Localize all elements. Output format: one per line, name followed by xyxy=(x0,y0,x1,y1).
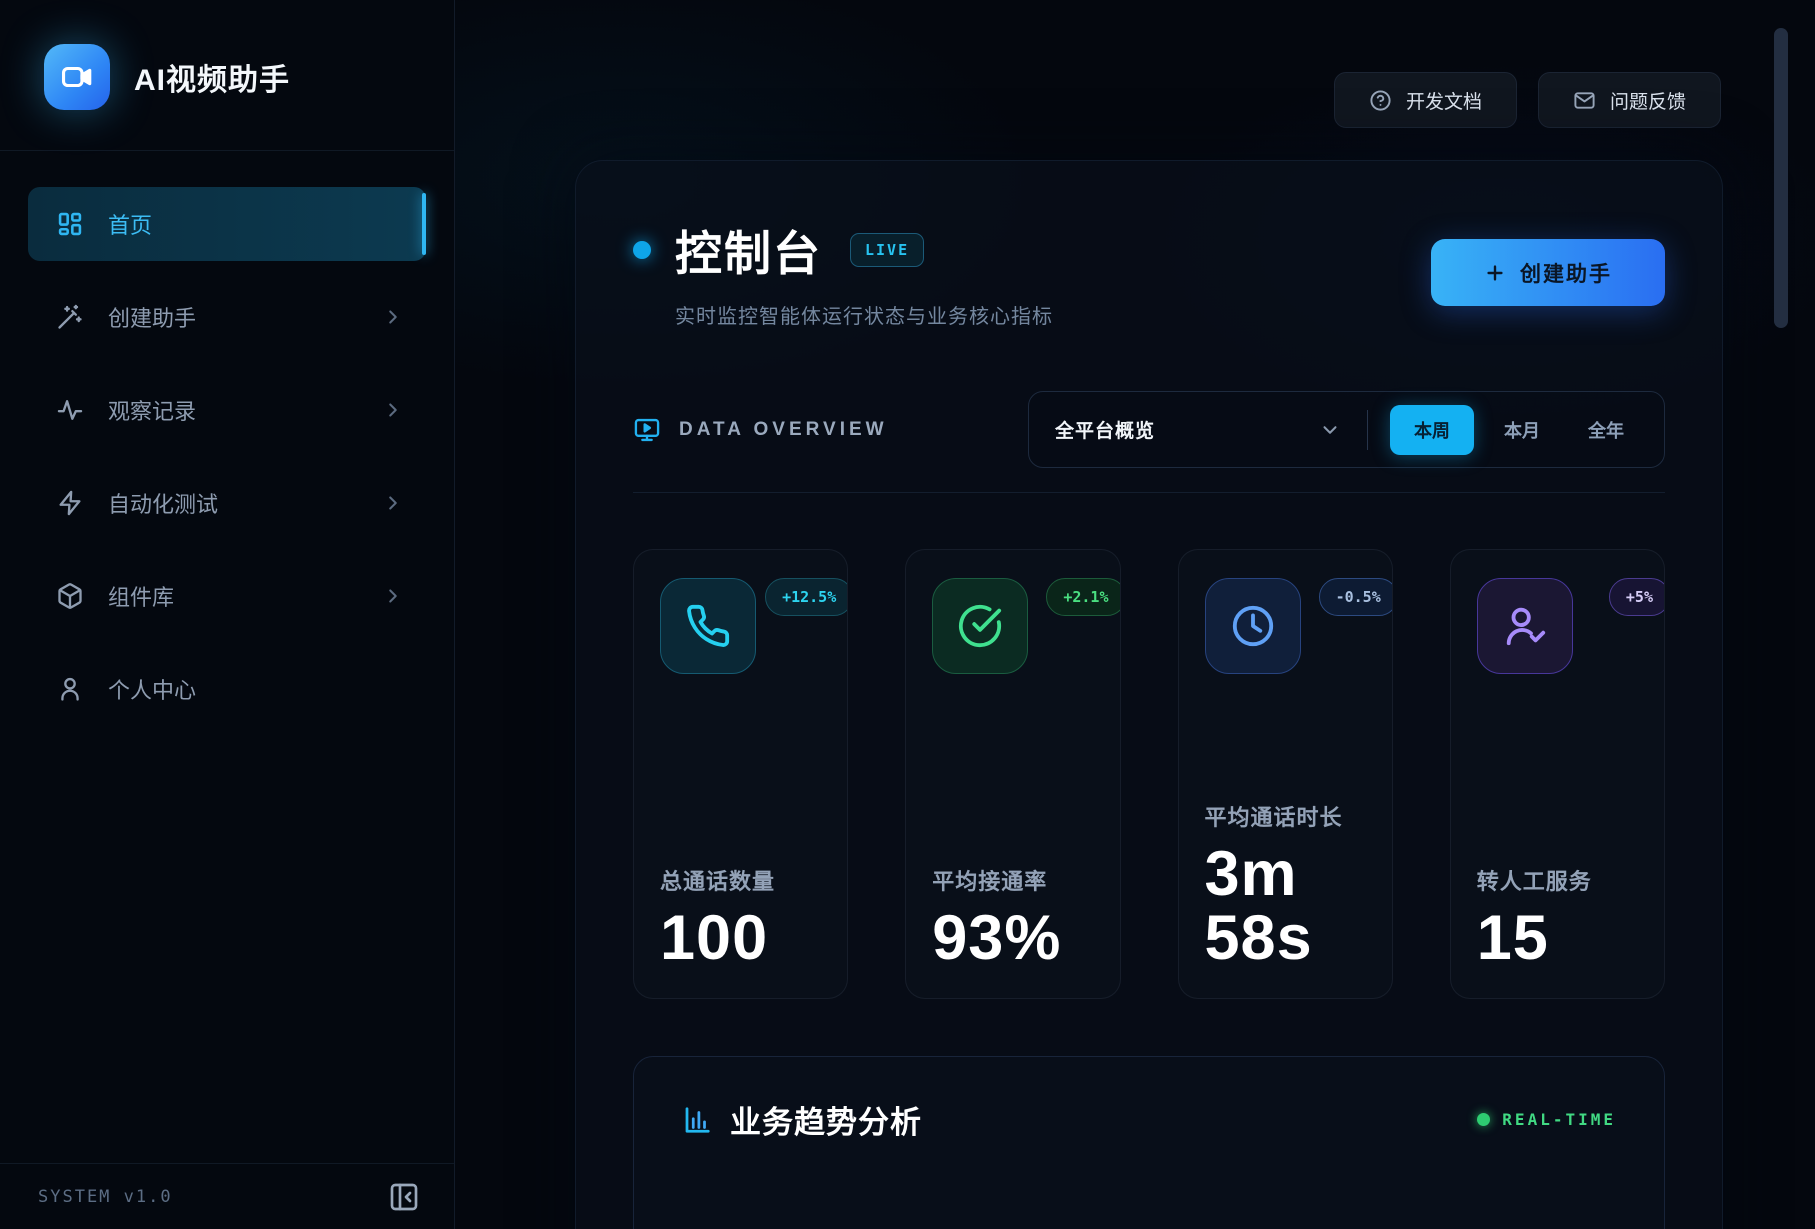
tab-month[interactable]: 本月 xyxy=(1486,405,1558,455)
sidebar-item-label: 观察记录 xyxy=(108,394,358,426)
collapse-sidebar-button[interactable] xyxy=(388,1181,420,1213)
stat-card-total-calls: +12.5% 总通话数量 100 xyxy=(633,549,848,999)
chevron-right-icon xyxy=(382,585,404,607)
stat-label: 转人工服务 xyxy=(1477,864,1638,896)
tab-year[interactable]: 全年 xyxy=(1570,405,1642,455)
app-title: AI视频助手 xyxy=(134,55,290,99)
sidebar-item-label: 组件库 xyxy=(108,580,358,612)
page-subtitle: 实时监控智能体运行状态与业务核心指标 xyxy=(675,300,1053,329)
lightning-bolt-icon xyxy=(56,489,84,517)
sidebar-nav: 首页 创建助手 观察记录 xyxy=(0,151,454,726)
brand: AI视频助手 xyxy=(0,0,454,150)
change-badge: +2.1% xyxy=(1046,578,1120,616)
console-title-block: 控制台 LIVE 实时监控智能体运行状态与业务核心指标 xyxy=(633,215,1053,329)
vertical-scrollbar-thumb[interactable] xyxy=(1774,28,1788,328)
stat-value: 100 xyxy=(660,906,821,970)
sidebar-item-component-library[interactable]: 组件库 xyxy=(28,559,426,633)
stat-value: 3m 58s xyxy=(1205,842,1366,971)
chevron-right-icon xyxy=(382,492,404,514)
change-badge: -0.5% xyxy=(1319,578,1393,616)
help-circle-icon xyxy=(1369,89,1392,112)
stat-card-answer-rate: +2.1% 平均接通率 93% xyxy=(905,549,1120,999)
realtime-status: REAL-TIME xyxy=(1477,1110,1616,1129)
cube-icon xyxy=(56,582,84,610)
stat-label: 总通话数量 xyxy=(660,864,821,896)
activity-pulse-icon xyxy=(56,396,84,424)
sidebar-item-create-assistant[interactable]: 创建助手 xyxy=(28,280,426,354)
user-icon xyxy=(56,675,84,703)
change-badge: +5% xyxy=(1609,578,1665,616)
stats-grid: +12.5% 总通话数量 100 +2.1% 平均接通率 93% xyxy=(633,549,1665,999)
stat-value: 93% xyxy=(932,906,1093,970)
stat-card-avg-duration: -0.5% 平均通话时长 3m 58s xyxy=(1178,549,1393,999)
live-badge: LIVE xyxy=(850,233,924,267)
sidebar-item-label: 自动化测试 xyxy=(108,487,358,519)
change-badge: +12.5% xyxy=(765,578,848,616)
chevron-right-icon xyxy=(382,399,404,421)
tab-week[interactable]: 本周 xyxy=(1390,405,1474,455)
dev-docs-label: 开发文档 xyxy=(1406,87,1482,114)
sidebar-footer: SYSTEM v1.0 xyxy=(0,1163,454,1229)
dev-docs-button[interactable]: 开发文档 xyxy=(1334,72,1517,128)
system-version-label: SYSTEM v1.0 xyxy=(38,1187,173,1207)
trend-analysis-card: 业务趋势分析 REAL-TIME xyxy=(633,1056,1665,1229)
trend-title: 业务趋势分析 xyxy=(730,1097,922,1142)
stat-icon-box xyxy=(660,578,756,674)
sidebar-item-observe-records[interactable]: 观察记录 xyxy=(28,373,426,447)
console-panel: 控制台 LIVE 实时监控智能体运行状态与业务核心指标 创建助手 DATA OV… xyxy=(575,160,1723,1229)
stat-icon-box xyxy=(932,578,1028,674)
plus-icon xyxy=(1484,262,1506,284)
magic-wand-icon xyxy=(56,303,84,331)
feedback-label: 问题反馈 xyxy=(1610,87,1686,114)
bar-chart-icon xyxy=(682,1105,712,1135)
sidebar-item-label: 首页 xyxy=(108,208,404,240)
page-title: 控制台 xyxy=(675,215,822,284)
dashboard-grid-icon xyxy=(56,210,84,238)
stat-icon-box xyxy=(1205,578,1301,674)
stat-label: 平均通话时长 xyxy=(1205,800,1366,832)
stat-value: 15 xyxy=(1477,906,1638,970)
sidebar-item-automated-testing[interactable]: 自动化测试 xyxy=(28,466,426,540)
period-tabs: 本周 本月 全年 xyxy=(1368,405,1664,455)
video-camera-icon xyxy=(60,60,94,94)
stat-card-human-transfer: +5% 转人工服务 15 xyxy=(1450,549,1665,999)
sidebar-item-home[interactable]: 首页 xyxy=(28,187,426,261)
sidebar: AI视频助手 首页 创建助手 xyxy=(0,0,455,1229)
stat-icon-box xyxy=(1477,578,1573,674)
data-overview-row: DATA OVERVIEW 全平台概览 本周 本月 全年 xyxy=(633,391,1665,468)
chevron-down-icon xyxy=(1319,419,1341,441)
section-label: DATA OVERVIEW xyxy=(679,419,888,441)
console-header: 控制台 LIVE 实时监控智能体运行状态与业务核心指标 创建助手 xyxy=(633,215,1665,329)
status-pulse-dot xyxy=(633,241,651,259)
sidebar-item-label: 个人中心 xyxy=(108,673,404,705)
phone-icon xyxy=(685,603,731,649)
overview-toolbar: 全平台概览 本周 本月 全年 xyxy=(1028,391,1665,468)
stat-label: 平均接通率 xyxy=(932,864,1093,896)
sidebar-item-label: 创建助手 xyxy=(108,301,358,333)
feedback-button[interactable]: 问题反馈 xyxy=(1538,72,1721,128)
realtime-label: REAL-TIME xyxy=(1502,1110,1616,1129)
app-logo xyxy=(44,44,110,110)
create-assistant-button[interactable]: 创建助手 xyxy=(1431,239,1665,306)
clock-icon xyxy=(1230,603,1276,649)
check-circle-icon xyxy=(957,603,1003,649)
sidebar-item-personal-center[interactable]: 个人中心 xyxy=(28,652,426,726)
section-divider xyxy=(633,492,1665,493)
panel-collapse-icon xyxy=(388,1181,420,1213)
platform-filter-select[interactable]: 全平台概览 xyxy=(1029,416,1367,443)
monitor-play-icon xyxy=(633,416,661,444)
chevron-right-icon xyxy=(382,306,404,328)
user-check-icon xyxy=(1502,603,1548,649)
platform-filter-value: 全平台概览 xyxy=(1055,416,1155,443)
green-status-dot xyxy=(1477,1113,1490,1126)
mail-icon xyxy=(1573,89,1596,112)
create-assistant-label: 创建助手 xyxy=(1520,258,1612,288)
